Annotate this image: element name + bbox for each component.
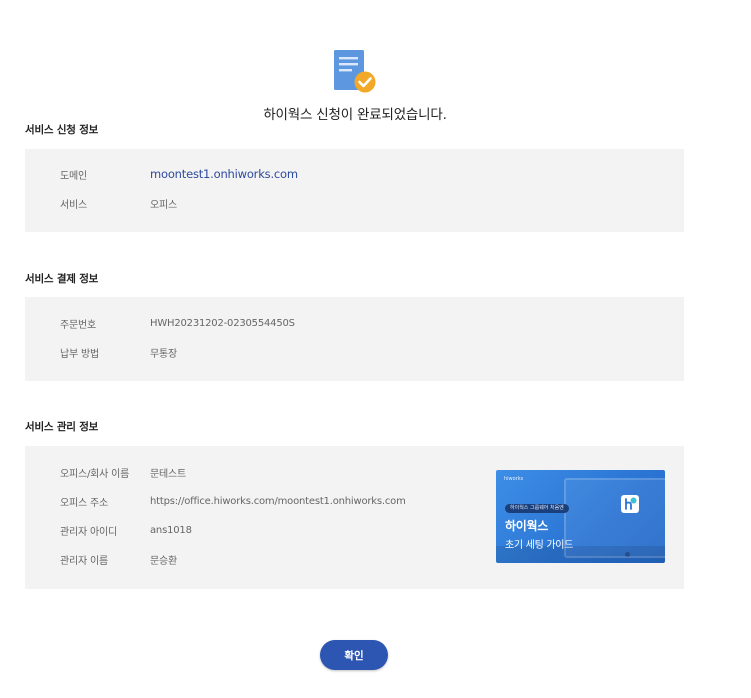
info-row-admin-name: 관리자 이름 문승환 — [60, 552, 177, 567]
info-value: https://office.hiworks.com/moontest1.onh… — [150, 495, 406, 507]
info-row-admin-id: 관리자 아이디 ans1018 — [60, 523, 192, 538]
service-request-box: 도메인 moontest1.onhiworks.com 서비스 오피스 — [25, 149, 684, 232]
info-label: 납부 방법 — [60, 348, 99, 360]
info-value: HWH20231202-0230554450S — [150, 317, 295, 329]
payment-box: 주문번호 HWH20231202-0230554450S 납부 방법 무통장 — [25, 297, 684, 381]
completion-headline: 하이웍스 신청이 완료되었습니다. — [263, 107, 447, 123]
info-label: 주문번호 — [60, 319, 96, 331]
info-row-payment-method: 납부 방법 무통장 — [60, 345, 177, 360]
management-box: 오피스/회사 이름 문테스트 오피스 주소 https://office.hiw… — [25, 446, 684, 589]
payment-title: 서비스 결제 정보 — [25, 273, 99, 285]
info-label: 오피스 주소 — [60, 497, 108, 509]
monitor-dot — [625, 552, 630, 557]
management-title: 서비스 관리 정보 — [25, 421, 99, 433]
domain-link[interactable]: moontest1.onhiworks.com — [150, 167, 298, 181]
info-label: 관리자 이름 — [60, 555, 108, 567]
banner-title: 하이웍스 — [505, 519, 548, 533]
info-row-office-address: 오피스 주소 https://office.hiworks.com/moonte… — [60, 494, 406, 509]
info-row-domain: 도메인 moontest1.onhiworks.com — [60, 167, 298, 182]
info-row-office-name: 오피스/회사 이름 문테스트 — [60, 465, 186, 480]
info-label: 서비스 — [60, 199, 87, 211]
info-row-service: 서비스 오피스 — [60, 196, 177, 211]
banner-subtitle: 초기 세팅 가이드 — [505, 540, 574, 551]
info-value: 무통장 — [150, 348, 177, 360]
info-value: ans1018 — [150, 524, 192, 536]
info-value: 문테스트 — [150, 468, 186, 480]
banner-pill: 하이웍스 그룹웨어 처음엔 — [505, 504, 569, 513]
info-row-order-number: 주문번호 HWH20231202-0230554450S — [60, 316, 295, 331]
info-label: 관리자 아이디 — [60, 526, 117, 538]
info-label: 도메인 — [60, 170, 87, 182]
document-check-icon — [333, 49, 377, 95]
confirm-button[interactable]: 확인 — [320, 640, 388, 670]
service-request-title: 서비스 신청 정보 — [25, 124, 99, 136]
banner-brand: hiworks — [504, 476, 524, 482]
setup-guide-banner[interactable]: hiworks 하이웍스 그룹웨어 처음엔 하이웍스 초기 세팅 가이드 — [496, 470, 665, 563]
hiworks-h-icon — [621, 495, 639, 513]
info-value: 문승환 — [150, 555, 177, 567]
info-label: 오피스/회사 이름 — [60, 468, 130, 480]
info-value: 오피스 — [150, 199, 177, 211]
